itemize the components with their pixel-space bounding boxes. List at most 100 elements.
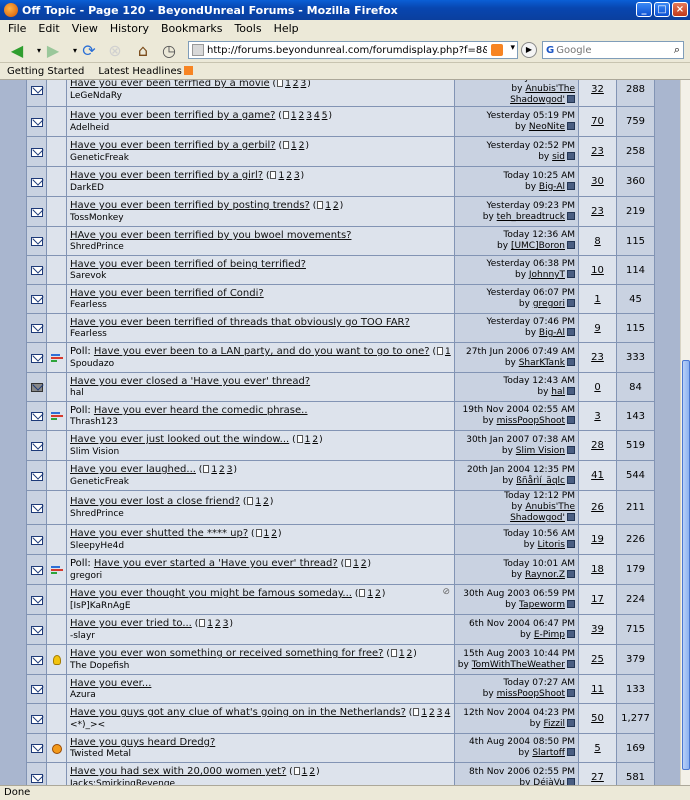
last-poster-link[interactable]: Fizzil: [544, 719, 565, 729]
replies-count-link[interactable]: 28: [591, 440, 604, 451]
thread-page-link[interactable]: 3: [294, 171, 300, 181]
thread-title-link[interactable]: Have you ever tried to...: [70, 618, 192, 629]
thread-page-link[interactable]: 2: [361, 559, 367, 569]
menu-view[interactable]: View: [66, 22, 104, 35]
thread-page-link[interactable]: 1: [255, 497, 261, 507]
thread-author[interactable]: Thrash123: [70, 417, 451, 428]
thread-page-link[interactable]: 2: [333, 201, 339, 211]
menu-file[interactable]: File: [2, 22, 32, 35]
thread-page-link[interactable]: 4: [445, 708, 451, 718]
thread-author[interactable]: Sarevok: [70, 271, 451, 282]
back-icon[interactable]: ◀: [6, 39, 28, 61]
window-titlebar[interactable]: Off Topic - Page 120 - BeyondUnreal Foru…: [0, 0, 690, 20]
maximize-button[interactable]: □: [654, 2, 670, 17]
replies-count-link[interactable]: 19: [591, 534, 604, 545]
thread-author[interactable]: TossMonkey: [70, 213, 451, 224]
replies-count-link[interactable]: 9: [594, 323, 600, 334]
thread-author[interactable]: Adelheid: [70, 123, 451, 134]
thread-title-link[interactable]: Have you ever thought you might be famou…: [70, 588, 352, 599]
replies-count-link[interactable]: 23: [591, 206, 604, 217]
thread-page-link[interactable]: 2: [375, 589, 381, 599]
thread-author[interactable]: DarkED: [70, 183, 451, 194]
thread-author[interactable]: Slim Vision: [70, 447, 451, 458]
last-poster-link[interactable]: Big-Al: [539, 328, 565, 338]
go-to-last-post-icon[interactable]: [567, 629, 575, 638]
last-poster-link[interactable]: hal: [551, 387, 565, 397]
last-poster-link[interactable]: Tapeworm: [519, 600, 565, 610]
last-poster-link[interactable]: teh_breadtruck: [497, 212, 565, 222]
thread-page-link[interactable]: 3: [301, 80, 307, 89]
last-poster-link[interactable]: JohnnyT: [529, 270, 565, 280]
thread-author[interactable]: ShredPrince: [70, 509, 451, 520]
scrollbar-thumb[interactable]: [682, 360, 690, 770]
thread-title-link[interactable]: Have you ever shutted the **** up?: [70, 528, 248, 539]
thread-author[interactable]: Spoudazo: [70, 359, 451, 370]
last-poster-link[interactable]: Anubis'The Shadowgod': [510, 84, 575, 105]
replies-count-link[interactable]: 25: [591, 654, 604, 665]
search-icon[interactable]: ⌕: [674, 43, 680, 57]
thread-page-link[interactable]: 3: [227, 465, 233, 475]
go-to-last-post-icon[interactable]: [567, 416, 575, 424]
thread-title-link[interactable]: Have you ever heard the comedic phrase..: [94, 405, 308, 416]
thread-page-link[interactable]: 4: [314, 111, 320, 121]
thread-page-link[interactable]: 2: [215, 619, 221, 629]
thread-title-link[interactable]: Have you ever lost a close friend?: [70, 496, 240, 507]
thread-page-link[interactable]: 3: [437, 708, 443, 718]
url-dropdown-icon[interactable]: ▾: [510, 43, 515, 53]
thread-page-link[interactable]: 1: [291, 141, 297, 151]
last-poster-link[interactable]: [UMC]Boron: [511, 241, 565, 251]
thread-title-link[interactable]: Have you ever been terrified of Condi?: [70, 288, 264, 299]
go-to-last-post-icon[interactable]: [567, 151, 575, 160]
last-poster-link[interactable]: TomWithTheWeather: [472, 660, 565, 670]
thread-page-link[interactable]: 1: [305, 435, 311, 445]
menu-help[interactable]: Help: [268, 22, 305, 35]
replies-count-link[interactable]: 1: [594, 294, 600, 305]
thread-title-link[interactable]: Have you ever been terrified by a girl?: [70, 170, 263, 181]
replies-count-link[interactable]: 23: [591, 352, 604, 363]
replies-count-link[interactable]: 0: [594, 382, 600, 393]
thread-page-link[interactable]: 2: [271, 529, 277, 539]
thread-author[interactable]: ShredPrince: [70, 242, 451, 253]
thread-page-link[interactable]: 2: [286, 171, 292, 181]
last-poster-link[interactable]: ßñårìí_ãqlc: [516, 476, 565, 486]
thread-author[interactable]: The Dopefish: [70, 661, 451, 672]
thread-title-link[interactable]: Have you guys heard Dredg?: [70, 737, 215, 748]
go-to-last-post-icon[interactable]: [567, 387, 575, 395]
thread-author[interactable]: hal: [70, 388, 451, 399]
thread-title-link[interactable]: Have you ever just looked out the window…: [70, 434, 289, 445]
replies-count-link[interactable]: 3: [594, 411, 600, 422]
replies-count-link[interactable]: 10: [591, 265, 604, 276]
go-to-last-post-icon[interactable]: [567, 475, 575, 484]
thread-page-link[interactable]: 1: [291, 111, 297, 121]
go-to-last-post-icon[interactable]: [567, 659, 575, 668]
go-to-last-post-icon[interactable]: [567, 121, 575, 130]
thread-author[interactable]: Fearless: [70, 300, 451, 311]
last-poster-link[interactable]: Litoris: [538, 540, 565, 550]
thread-title-link[interactable]: Have you ever been terrified of threads …: [70, 317, 410, 328]
last-poster-link[interactable]: E-Pimp: [534, 630, 565, 640]
last-poster-link[interactable]: DéjàVu: [533, 778, 565, 786]
vertical-scrollbar[interactable]: [680, 80, 690, 785]
menu-edit[interactable]: Edit: [32, 22, 65, 35]
thread-page-link[interactable]: 1: [285, 80, 291, 89]
replies-count-link[interactable]: 30: [591, 176, 604, 187]
replies-count-link[interactable]: 70: [591, 116, 604, 127]
thread-title-link[interactable]: Have you ever been to a LAN party, and d…: [94, 346, 430, 357]
go-to-last-post-icon[interactable]: [567, 539, 575, 548]
last-poster-link[interactable]: Big-Al: [539, 182, 565, 192]
thread-page-link[interactable]: 2: [299, 141, 305, 151]
thread-page-link[interactable]: 1: [445, 347, 451, 357]
go-to-last-post-icon[interactable]: [567, 95, 575, 103]
go-to-last-post-icon[interactable]: [567, 599, 575, 608]
replies-count-link[interactable]: 8: [594, 236, 600, 247]
replies-count-link[interactable]: 32: [591, 84, 604, 95]
thread-title-link[interactable]: Have you ever been terrified by posting …: [70, 200, 310, 211]
go-to-last-post-icon[interactable]: [567, 445, 575, 454]
go-to-last-post-icon[interactable]: [567, 328, 575, 336]
page-viewport[interactable]: Have you ever been terrfied by a movie (…: [0, 80, 690, 785]
last-poster-link[interactable]: Raynor.Z: [525, 570, 565, 580]
thread-page-link[interactable]: 1: [278, 171, 284, 181]
home-icon[interactable]: ⌂: [132, 39, 154, 61]
thread-author[interactable]: GeneticFreak: [70, 153, 451, 164]
replies-count-link[interactable]: 50: [591, 713, 604, 724]
